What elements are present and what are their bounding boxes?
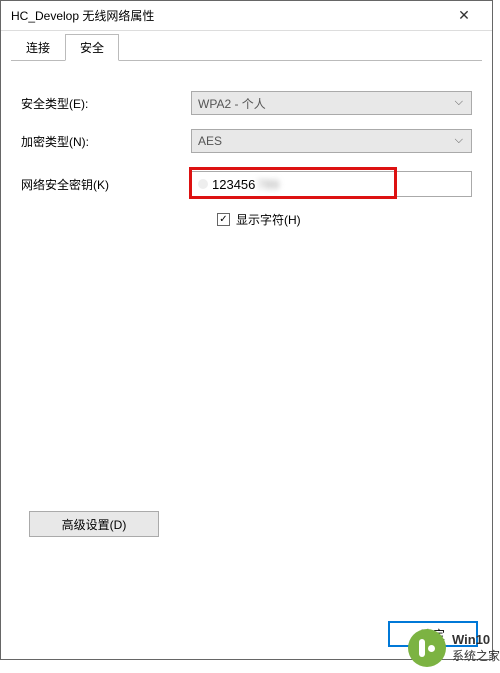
encryption-type-select[interactable]: AES	[191, 129, 472, 153]
security-type-label: 安全类型(E):	[21, 95, 191, 112]
watermark-logo	[408, 629, 446, 667]
encryption-type-value: AES	[198, 134, 222, 148]
tabs: 连接 安全	[11, 37, 482, 61]
tab-region: 连接 安全	[1, 31, 492, 61]
network-key-hidden: 789	[257, 177, 279, 192]
watermark-dot-icon	[428, 645, 435, 652]
tab-security[interactable]: 安全	[65, 34, 119, 61]
advanced-label: 高级设置(D)	[62, 516, 127, 533]
watermark-bar-icon	[419, 639, 425, 657]
security-type-select[interactable]: WPA2 - 个人	[191, 91, 472, 115]
key-icon	[198, 179, 208, 189]
dialog-window: HC_Develop 无线网络属性 ✕ 连接 安全 安全类型(E): WPA2 …	[0, 0, 493, 660]
security-type-row: 安全类型(E): WPA2 - 个人	[21, 91, 472, 115]
show-chars-checkbox[interactable]: ✓	[217, 213, 230, 226]
check-icon: ✓	[219, 215, 227, 225]
show-chars-label: 显示字符(H)	[236, 211, 301, 228]
content-panel: 安全类型(E): WPA2 - 个人 加密类型(N): AES 网络安全密钥(K…	[1, 61, 492, 619]
watermark: Win10 系统之家	[408, 629, 500, 667]
network-key-label: 网络安全密钥(K)	[21, 176, 191, 193]
network-key-input[interactable]: 123456789	[191, 171, 472, 197]
titlebar: HC_Develop 无线网络属性 ✕	[1, 1, 492, 31]
security-type-value: WPA2 - 个人	[198, 95, 266, 112]
close-icon: ✕	[458, 7, 470, 24]
tab-connect-label: 连接	[26, 41, 50, 55]
advanced-settings-button[interactable]: 高级设置(D)	[29, 511, 159, 537]
close-button[interactable]: ✕	[444, 2, 484, 30]
encryption-type-row: 加密类型(N): AES	[21, 129, 472, 153]
encryption-type-control: AES	[191, 129, 472, 153]
watermark-line2: 系统之家	[452, 649, 500, 665]
network-key-row: 网络安全密钥(K) 123456789	[21, 171, 472, 197]
encryption-type-label: 加密类型(N):	[21, 133, 191, 150]
network-key-value: 123456	[212, 177, 255, 192]
tab-security-label: 安全	[80, 41, 104, 55]
watermark-text: Win10 系统之家	[452, 632, 500, 664]
show-chars-row: ✓ 显示字符(H)	[217, 211, 472, 228]
watermark-line1: Win10	[452, 632, 500, 649]
network-key-control: 123456789	[191, 171, 472, 197]
security-type-control: WPA2 - 个人	[191, 91, 472, 115]
tab-connect[interactable]: 连接	[11, 34, 65, 61]
window-title: HC_Develop 无线网络属性	[11, 7, 154, 24]
